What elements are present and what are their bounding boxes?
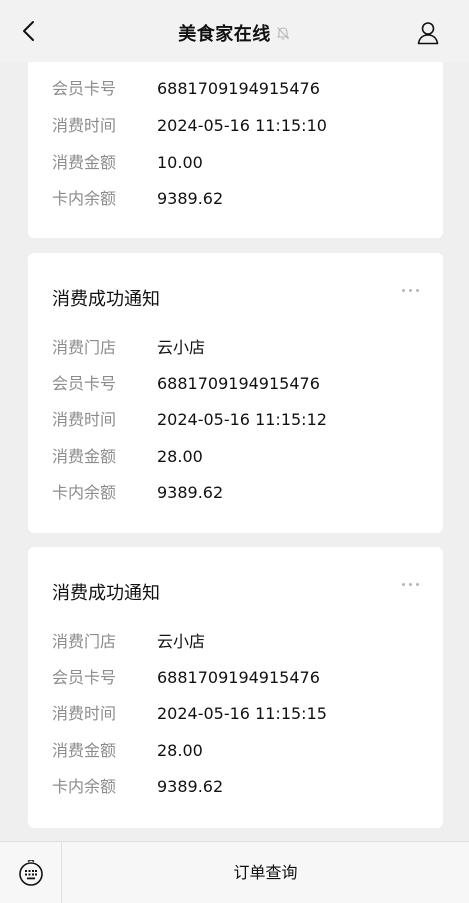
page-title: 美食家在线 (0, 20, 469, 46)
bottom-menu-bar: 订单查询 (0, 841, 469, 903)
detail-label: 消费金额 (52, 447, 117, 466)
detail-row-amount: 消费金额 10.00 (52, 153, 203, 173)
detail-row-card-no: 会员卡号 6881709194915476 (52, 79, 320, 99)
detail-label: 会员卡号 (52, 668, 117, 687)
notification-card[interactable]: 消费成功通知 消费门店 云小店 会员卡号 6881709194915476 消费时间… (28, 253, 443, 533)
amount-value: 28.00 (157, 447, 203, 466)
amount-value: 28.00 (157, 741, 203, 760)
detail-label: 消费金额 (52, 153, 117, 172)
detail-label: 卡内余额 (52, 189, 117, 208)
page-title-text: 美食家在线 (178, 24, 271, 45)
profile-button[interactable] (416, 20, 442, 46)
detail-label: 消费时间 (52, 704, 117, 723)
detail-label: 卡内余额 (52, 777, 117, 796)
detail-row-amount: 消费金额 28.00 (52, 447, 203, 467)
store-value: 云小店 (157, 632, 206, 651)
nav-bar: 美食家在线 (0, 0, 469, 62)
detail-row-amount: 消费金额 28.00 (52, 741, 203, 761)
notification-card[interactable]: 消费成功通知 消费门店 云小店 会员卡号 6881709194915476 消费时间… (28, 547, 443, 828)
time-value: 2024-05-16 11:15:10 (157, 116, 327, 135)
time-value: 2024-05-16 11:15:15 (157, 704, 327, 723)
amount-value: 10.00 (157, 153, 203, 172)
card-title: 消费成功通知 (52, 289, 160, 310)
detail-label: 会员卡号 (52, 79, 117, 98)
card-no-value: 6881709194915476 (157, 374, 320, 393)
detail-label: 消费时间 (52, 116, 117, 135)
bell-off-icon (275, 25, 291, 46)
detail-row-card-no: 会员卡号 6881709194915476 (52, 374, 320, 394)
store-value: 云小店 (157, 338, 206, 357)
detail-row-store: 消费门店 云小店 (52, 338, 205, 358)
detail-row-card-no: 会员卡号 6881709194915476 (52, 668, 320, 688)
detail-row-store: 消费门店 云小店 (52, 632, 205, 652)
time-value: 2024-05-16 11:15:12 (157, 410, 327, 429)
card-title: 消费成功通知 (52, 583, 160, 604)
balance-value: 9389.62 (157, 483, 224, 502)
detail-label: 消费门店 (52, 338, 117, 357)
detail-row-balance: 卡内余额 9389.62 (52, 189, 223, 209)
card-no-value: 6881709194915476 (157, 79, 320, 98)
keyboard-icon (19, 860, 43, 886)
detail-label: 消费时间 (52, 410, 117, 429)
detail-label: 会员卡号 (52, 374, 117, 393)
more-icon[interactable] (402, 287, 419, 293)
menu-order-query[interactable]: 订单查询 (62, 842, 469, 903)
balance-value: 9389.62 (157, 777, 224, 796)
detail-row-time: 消费时间 2024-05-16 11:15:12 (52, 410, 327, 430)
message-list[interactable]: 会员卡号 6881709194915476 消费时间 2024-05-16 11:1… (0, 0, 469, 840)
detail-label: 消费门店 (52, 632, 117, 651)
detail-label: 卡内余额 (52, 483, 117, 502)
detail-row-time: 消费时间 2024-05-16 11:15:10 (52, 116, 327, 136)
card-no-value: 6881709194915476 (157, 668, 320, 687)
detail-row-balance: 卡内余额 9389.62 (52, 777, 223, 797)
user-icon (417, 22, 439, 45)
detail-row-time: 消费时间 2024-05-16 11:15:15 (52, 704, 327, 724)
more-icon[interactable] (402, 581, 419, 587)
keyboard-toggle-button[interactable] (0, 842, 62, 903)
detail-label: 消费金额 (52, 741, 117, 760)
balance-value: 9389.62 (157, 189, 224, 208)
detail-row-balance: 卡内余额 9389.62 (52, 483, 223, 503)
